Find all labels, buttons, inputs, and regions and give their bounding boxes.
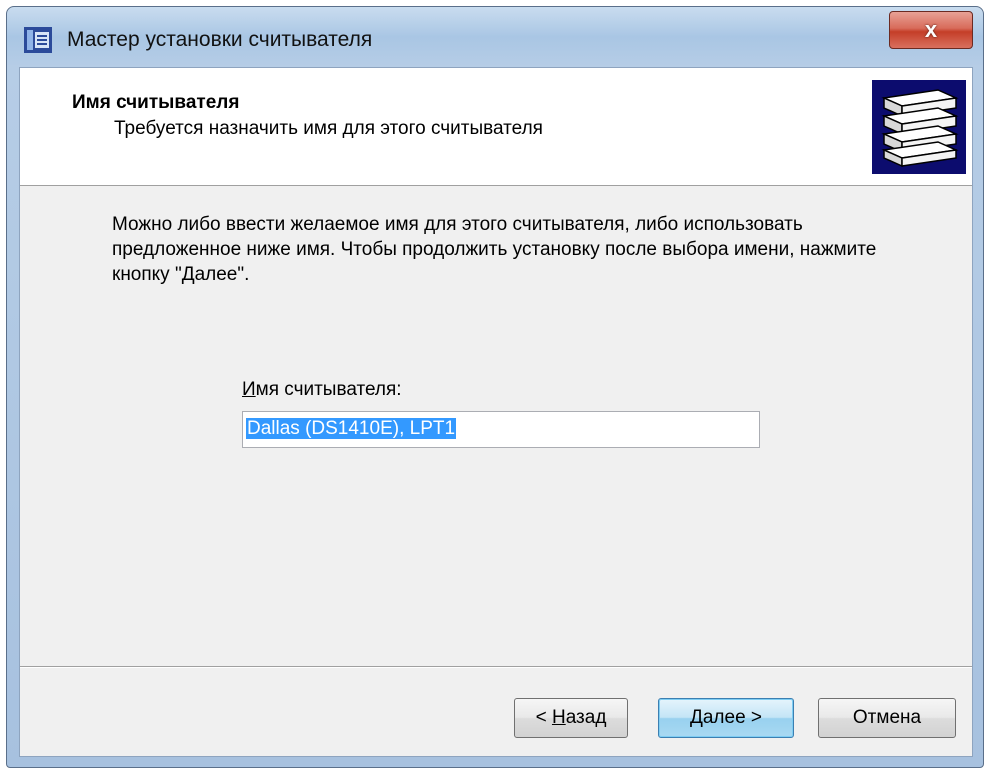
- close-icon: x: [924, 17, 938, 42]
- wizard-header: Имя считывателя Требуется назначить имя …: [20, 68, 972, 186]
- wizard-client-area: Имя считывателя Требуется назначить имя …: [19, 67, 973, 757]
- app-icon: [24, 27, 52, 53]
- instructions-text: Можно либо ввести желаемое имя для этого…: [112, 214, 877, 285]
- back-button[interactable]: < Назад: [514, 698, 628, 738]
- window-title: Мастер установки считывателя: [67, 28, 373, 51]
- title-bar[interactable]: Мастер установки считывателя x: [7, 7, 983, 69]
- reader-name-label-rest: мя считывателя:: [255, 379, 402, 400]
- reader-name-label: Имя считывателя:: [242, 379, 402, 401]
- wizard-window: Мастер установки считывателя x Имя считы…: [6, 6, 984, 768]
- next-button[interactable]: Далее >: [658, 698, 794, 738]
- reader-name-label-accel: И: [242, 379, 256, 400]
- back-button-accel: Н: [551, 707, 566, 728]
- back-button-rest: азад: [565, 707, 607, 728]
- footer-divider: [20, 666, 972, 668]
- cancel-button[interactable]: Отмена: [818, 698, 956, 738]
- page-title: Имя считывателя: [72, 92, 240, 113]
- reader-name-input[interactable]: Dallas (DS1410E), LPT1: [242, 411, 760, 448]
- cancel-button-label: Отмена: [852, 707, 922, 728]
- back-button-prefix: <: [535, 707, 547, 728]
- reader-name-selected-text: Dallas (DS1410E), LPT1: [246, 418, 457, 439]
- reader-stack-icon: [872, 80, 966, 174]
- next-button-accel: Д: [689, 707, 703, 728]
- page-subtitle: Требуется назначить имя для этого считыв…: [114, 118, 543, 139]
- close-button[interactable]: x: [889, 11, 973, 49]
- next-button-rest: алее >: [702, 707, 763, 728]
